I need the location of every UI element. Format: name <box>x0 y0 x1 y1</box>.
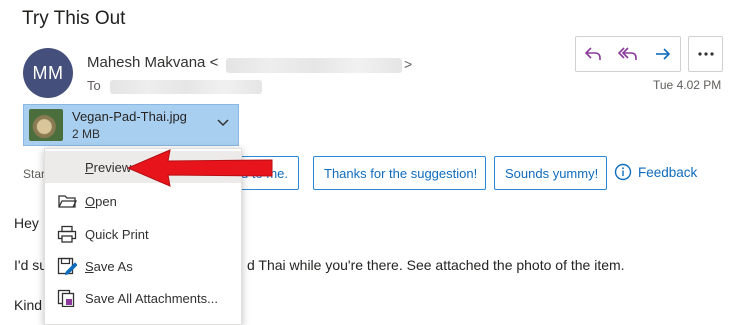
open-label: pen <box>95 193 117 209</box>
open-folder-icon <box>58 195 77 208</box>
sender-close-bracket: > <box>404 56 413 72</box>
save-as-icon <box>57 257 77 275</box>
body-line-3: Kind <box>14 297 43 313</box>
avatar[interactable]: MM <box>23 48 73 98</box>
attachment-filename: Vegan-Pad-Thai.jpg <box>72 109 187 124</box>
printer-icon <box>57 225 77 243</box>
more-actions-button[interactable] <box>688 36 723 72</box>
body-line-1: Hey <box>14 215 39 231</box>
email-subject: Try This Out <box>22 8 126 29</box>
more-icon <box>697 52 714 56</box>
to-label: To <box>87 78 101 93</box>
save-all-attachments-icon <box>57 289 75 307</box>
open-accesskey: O <box>85 193 96 209</box>
attachment-thumbnail <box>29 109 63 141</box>
feedback-link[interactable]: Feedback <box>614 163 697 181</box>
save-as-accesskey: S <box>85 258 94 274</box>
save-all-attachments-label: Save All Attachments... <box>85 290 218 306</box>
info-icon <box>614 163 632 181</box>
body-line-2-prefix: I'd su <box>14 257 48 273</box>
attachment-size: 2 MB <box>72 127 101 141</box>
suggested-reply-3[interactable]: Sounds yummy! <box>494 156 607 190</box>
reply-icon <box>585 47 602 60</box>
suggested-replies-label: Star <box>23 167 46 181</box>
preview-accesskey: P <box>85 159 94 175</box>
save-as-label: ave As <box>93 258 133 274</box>
forward-icon <box>655 48 670 60</box>
reply-all-button[interactable] <box>611 37 646 71</box>
quick-print-label-start: Quick P <box>85 226 131 242</box>
timestamp: Tue 4.02 PM <box>653 78 722 92</box>
chevron-down-icon[interactable] <box>216 118 230 128</box>
reply-button[interactable] <box>576 37 611 71</box>
attachment-card[interactable]: Vegan-Pad-Thai.jpg 2 MB <box>23 104 239 146</box>
message-actions <box>575 36 681 72</box>
quick-print-label-end: rint <box>130 226 149 242</box>
sender-name[interactable]: Mahesh Makvana < <box>87 54 218 71</box>
redacted-recipient <box>110 80 262 94</box>
redacted-sender-email <box>226 58 402 73</box>
menu-item-quick-print[interactable]: Quick Print <box>45 218 241 250</box>
forward-button[interactable] <box>645 37 680 71</box>
menu-item-save-all-attachments[interactable]: Save All Attachments... <box>45 282 241 314</box>
callout-arrow <box>126 149 273 187</box>
reply-all-icon <box>617 47 637 60</box>
body-line-2-suffix: d Thai while you're there. See attached … <box>247 257 625 273</box>
feedback-label: Feedback <box>638 164 698 180</box>
menu-item-save-as[interactable]: Save As <box>45 250 241 282</box>
suggested-reply-2[interactable]: Thanks for the suggestion! <box>313 156 486 190</box>
